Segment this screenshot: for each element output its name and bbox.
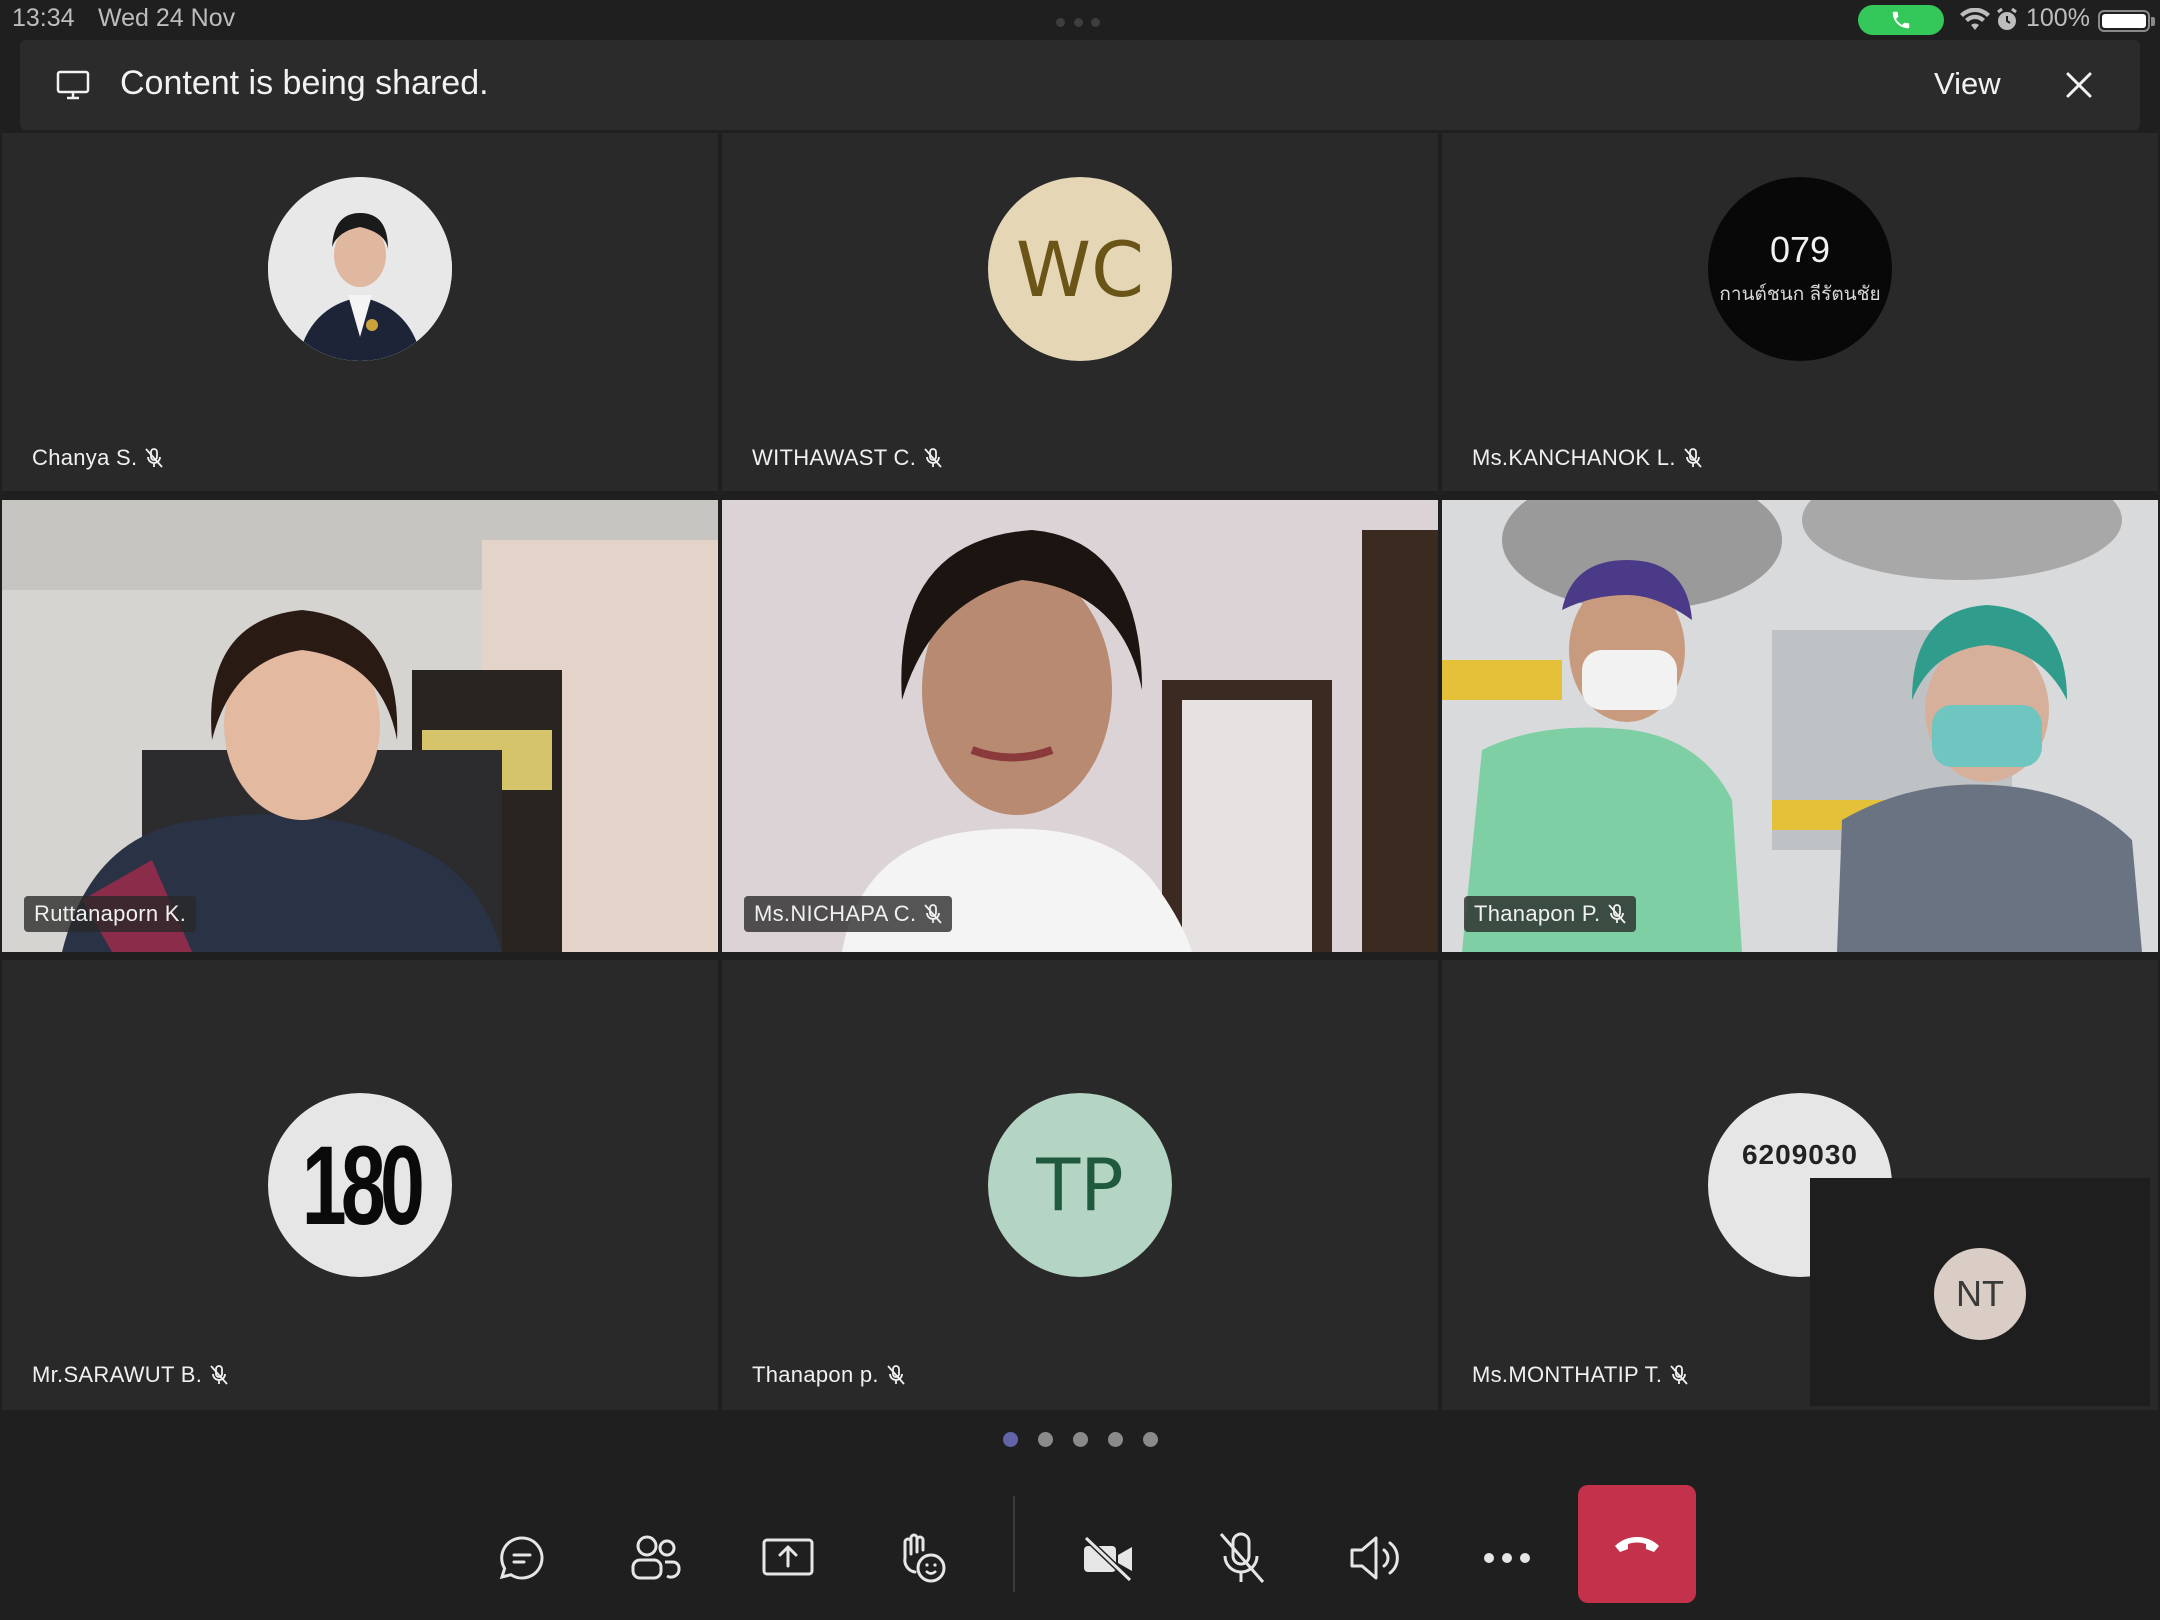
avatar-thai-name: กานต์ชนก ลีรัตนชัย [1719, 284, 1881, 305]
mic-muted-icon [210, 1365, 228, 1385]
mic-toggle-button[interactable] [1201, 1518, 1281, 1598]
participant-name-label: Ms.KANCHANOK L. [1472, 445, 1676, 470]
page-dot-3[interactable] [1072, 1432, 1088, 1447]
self-avatar: NT [1934, 1248, 2026, 1340]
camera-off-icon [1083, 1535, 1133, 1582]
camera-toggle-button[interactable] [1068, 1518, 1148, 1598]
participant-name: Ms.NICHAPA C. [744, 896, 953, 932]
participant-name: Chanya S. [32, 445, 164, 471]
mic-muted-icon [1670, 1365, 1688, 1385]
mic-muted-icon [924, 904, 943, 924]
participant-name-label: Mr.SARAWUT B. [32, 1362, 203, 1387]
participant-tile[interactable]: WC WITHAWAST C. [722, 133, 1438, 491]
leave-call-button[interactable] [1578, 1485, 1696, 1603]
participant-name-label: Chanya S. [32, 445, 138, 470]
status-date: Wed 24 Nov [98, 4, 236, 32]
page-dot-2[interactable] [1037, 1432, 1053, 1447]
mic-off-icon [1219, 1532, 1265, 1583]
page-dot-1[interactable] [1002, 1432, 1018, 1447]
share-icon [762, 1538, 814, 1576]
participant-name: Ms.KANCHANOK L. [1472, 445, 1702, 471]
mic-muted-icon [887, 1365, 905, 1385]
battery-icon [2098, 10, 2150, 32]
wifi-icon [1960, 8, 1990, 30]
participant-name: WITHAWAST C. [752, 445, 942, 471]
participant-tile[interactable]: 180 Mr.SARAWUT B. [2, 960, 718, 1410]
avatar [268, 177, 452, 361]
reactions-button[interactable] [881, 1518, 961, 1598]
avatar-initials: WC [1015, 224, 1145, 314]
participant-name-label: Ms.MONTHATIP T. [1472, 1362, 1663, 1387]
avatar: 079 กานต์ชนก ลีรัตนชัย [1708, 177, 1892, 361]
page-indicator[interactable] [0, 1432, 2160, 1447]
multitasking-dots[interactable] [1056, 18, 1100, 27]
more-icon [1484, 1553, 1530, 1563]
video-feed [1442, 500, 2158, 952]
participant-name: Mr.SARAWUT B. [32, 1362, 228, 1388]
video-tile[interactable]: Thanapon P. [1442, 500, 2158, 952]
chat-button[interactable] [482, 1518, 562, 1598]
monitor-icon [56, 70, 90, 100]
share-button[interactable] [748, 1518, 828, 1598]
avatar: TP [988, 1093, 1172, 1277]
mic-muted-icon [1608, 904, 1627, 924]
mic-muted-icon [145, 448, 164, 468]
participant-name: Ruttanaporn K. [24, 896, 197, 932]
page-dot-4[interactable] [1107, 1432, 1123, 1447]
participant-tile[interactable]: 079 กานต์ชนก ลีรัตนชัย Ms.KANCHANOK L. [1442, 133, 2158, 491]
chat-icon [499, 1536, 544, 1580]
page-dot-5[interactable] [1142, 1432, 1158, 1447]
speaker-button[interactable] [1334, 1518, 1414, 1598]
status-time: 13:34 [12, 4, 75, 32]
avatar-initials: TP [1036, 1143, 1124, 1227]
video-tile[interactable]: Ruttanaporn K. [2, 500, 718, 952]
view-button[interactable]: View [1934, 66, 2001, 102]
participant-name-label: Ruttanaporn K. [34, 901, 187, 926]
video-feed [2, 500, 718, 952]
participants-icon [631, 1535, 681, 1580]
video-tile[interactable]: Ms.NICHAPA C. [722, 500, 1438, 952]
profile-photo [268, 177, 452, 361]
participant-tile[interactable]: TP Thanapon p. [722, 960, 1438, 1410]
more-options-button[interactable] [1467, 1518, 1547, 1598]
participants-button[interactable] [615, 1518, 695, 1598]
participant-name-label: Thanapon p. [752, 1362, 879, 1387]
self-view[interactable]: NT [1810, 1178, 2150, 1406]
participant-tile[interactable]: Chanya S. [2, 133, 718, 491]
controls-divider [1013, 1496, 1015, 1592]
alarm-icon [1997, 7, 2017, 30]
battery-percent: 100% [2026, 4, 2090, 32]
avatar: 180 [268, 1093, 452, 1277]
participant-name: Ms.MONTHATIP T. [1472, 1362, 1688, 1388]
speaker-icon [1350, 1536, 1399, 1580]
close-icon[interactable] [2060, 66, 2098, 104]
phone-icon [1892, 11, 1910, 29]
banner-message: Content is being shared. [120, 64, 489, 102]
participant-name-label: WITHAWAST C. [752, 445, 917, 470]
participant-name-label: Ms.NICHAPA C. [754, 901, 917, 926]
mic-muted-icon [1684, 448, 1702, 468]
active-call-pill[interactable] [1858, 5, 1944, 35]
avatar-number: 6209030 [1741, 1139, 1858, 1170]
hang-up-icon [1615, 1537, 1659, 1552]
video-feed [722, 500, 1438, 952]
participant-name-label: Thanapon P. [1474, 901, 1601, 926]
mic-muted-icon [924, 448, 942, 468]
participant-name: Thanapon p. [752, 1362, 905, 1388]
content-shared-banner: Content is being shared. View [20, 40, 2140, 130]
avatar-number: 180 [301, 1122, 424, 1248]
reactions-icon [903, 1533, 946, 1583]
avatar: WC [988, 177, 1172, 361]
avatar-initials: NT [1956, 1273, 2004, 1314]
status-bar: 13:34 Wed 24 Nov 100% [0, 0, 2160, 40]
participant-name: Thanapon P. [1464, 896, 1637, 932]
avatar-number: 079 [1769, 229, 1831, 270]
